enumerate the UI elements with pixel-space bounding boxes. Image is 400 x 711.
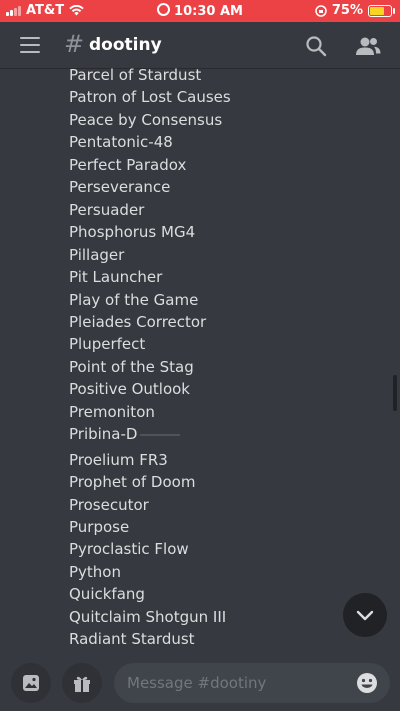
list-item[interactable]: Perfect Paradox: [69, 156, 186, 174]
hash-icon: #: [64, 30, 85, 58]
hamburger-icon[interactable]: [20, 37, 40, 53]
status-right: 75%: [315, 3, 395, 18]
time-label: 10:30 AM: [174, 4, 243, 19]
composer-bar: Message #dootiny: [0, 654, 400, 711]
list-item[interactable]: Persuader: [69, 201, 144, 219]
battery-percent: 75%: [331, 3, 363, 18]
list-item[interactable]: Pluperfect: [69, 335, 145, 353]
list-item[interactable]: Python: [69, 563, 121, 581]
list-item[interactable]: Pyroclastic Flow: [69, 540, 189, 558]
list-item[interactable]: Premoniton: [69, 403, 155, 421]
list-item[interactable]: Purpose: [69, 518, 129, 536]
list-item[interactable]: Parcel of Stardust: [69, 66, 201, 84]
list-item[interactable]: Pentatonic-48: [69, 133, 173, 151]
list-item[interactable]: Proelium FR3: [69, 451, 168, 469]
battery-icon: [368, 4, 395, 17]
status-bar: AT&T 10:30 AM 75%: [0, 0, 400, 22]
message-list[interactable]: Parcel of Stardust Patron of Lost Causes P…: [0, 62, 400, 654]
list-item[interactable]: Prophet of Doom: [69, 473, 195, 491]
list-item[interactable]: Radiant Stardust: [69, 630, 195, 648]
list-item[interactable]: Positive Outlook: [69, 380, 190, 398]
list-item[interactable]: Point of the Stag: [69, 358, 194, 376]
chevron-down-icon: [356, 610, 374, 621]
list-item[interactable]: Phosphorus MG4: [69, 223, 195, 241]
gift-button[interactable]: [62, 663, 102, 703]
list-item[interactable]: Play of the Game: [69, 291, 198, 309]
image-icon: [23, 675, 39, 691]
jump-to-bottom-button[interactable]: [343, 593, 387, 637]
list-item[interactable]: Pribina-D: [69, 425, 181, 443]
emoji-icon[interactable]: [356, 672, 378, 694]
list-item[interactable]: Prosecutor: [69, 496, 149, 514]
scrollbar[interactable]: [393, 375, 397, 411]
rotation-lock-icon: [315, 4, 327, 17]
members-icon[interactable]: [354, 34, 382, 58]
edited-marker: [140, 433, 181, 436]
message-input-placeholder: Message #dootiny: [127, 674, 267, 692]
gift-icon: [74, 676, 90, 692]
battery-fill: [370, 6, 384, 15]
list-item[interactable]: Pleiades Corrector: [69, 313, 206, 331]
message-input[interactable]: Message #dootiny: [114, 663, 390, 703]
alarm-icon: [157, 3, 171, 16]
list-item[interactable]: Patron of Lost Causes: [69, 88, 231, 106]
list-item[interactable]: Quitclaim Shotgun III: [69, 608, 226, 626]
list-item[interactable]: Pit Launcher: [69, 268, 162, 286]
search-icon[interactable]: [304, 34, 328, 58]
list-item[interactable]: Pillager: [69, 246, 124, 264]
channel-name[interactable]: dootiny: [89, 35, 162, 55]
list-item[interactable]: Peace by Consensus: [69, 111, 222, 129]
attach-image-button[interactable]: [11, 663, 51, 703]
list-item[interactable]: Quickfang: [69, 585, 145, 603]
list-item[interactable]: Perseverance: [69, 178, 170, 196]
